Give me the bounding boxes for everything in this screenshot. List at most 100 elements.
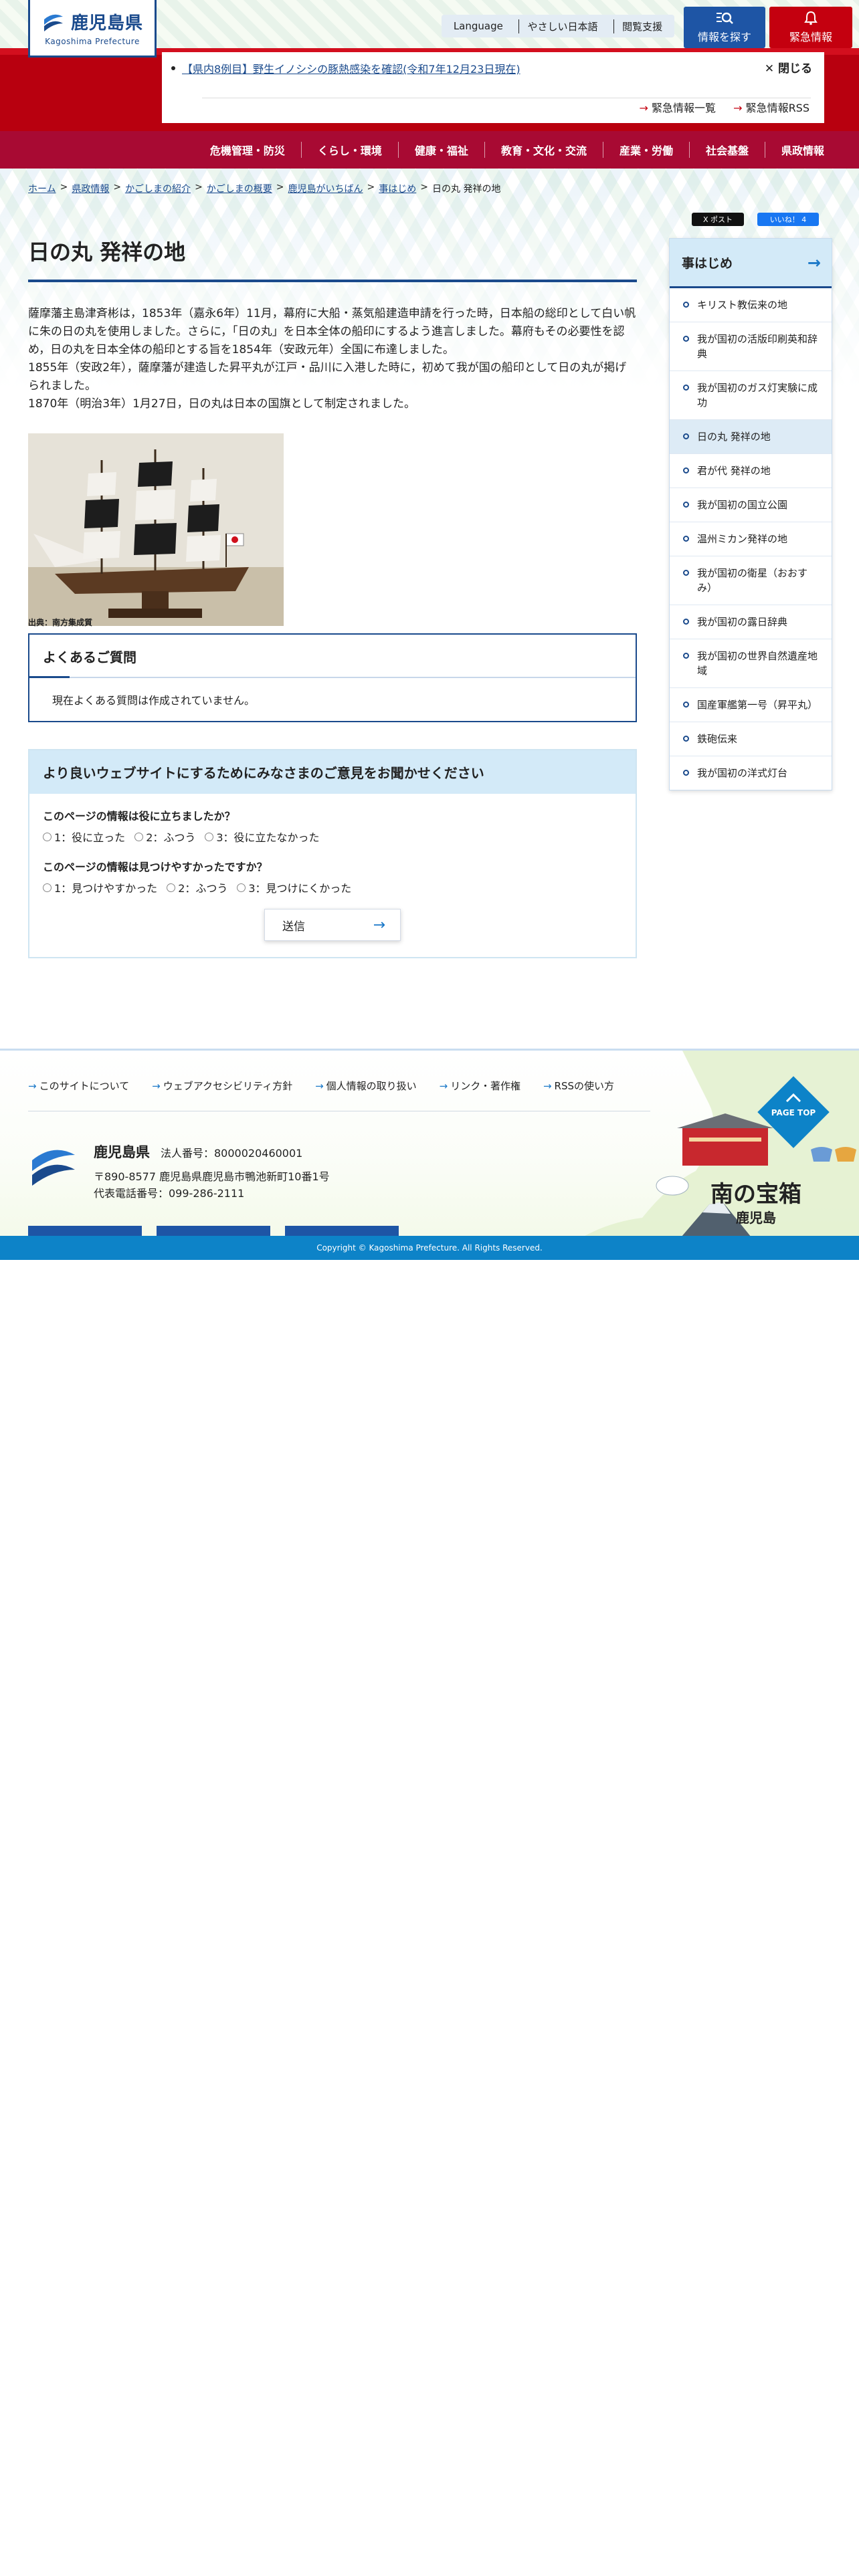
breadcrumb-sep: >: [195, 182, 203, 193]
faq-section: よくあるご質問 現在よくある質問は作成されていません。: [28, 633, 637, 722]
ring-bullet-icon: [683, 467, 689, 473]
gnav-item-living[interactable]: くらし・環境: [300, 142, 398, 158]
breadcrumb-current: 日の丸 発祥の地: [432, 184, 501, 195]
survey-title: より良いウェブサイトにするためにみなさまのご意見をお聞かせください: [29, 750, 636, 794]
breadcrumb-overview[interactable]: かごしまの概要: [207, 182, 272, 195]
q1-option-useful[interactable]: 1：役に立った: [43, 829, 125, 845]
close-icon: ✕: [764, 62, 775, 76]
ring-bullet-icon: [683, 619, 689, 625]
body-line-1: 薩摩藩主島津斉彬は，1853年（嘉永6年）11月，幕府に大船・蒸気船建造申請を行…: [28, 307, 636, 356]
side-nav-item[interactable]: 温州ミカン発祥の地: [670, 522, 832, 556]
footer-link-about[interactable]: このサイトについて: [28, 1079, 130, 1093]
accessibility-support-link[interactable]: 閲覧支援: [613, 19, 670, 33]
footer-link-rss[interactable]: RSSの使い方: [543, 1079, 614, 1093]
emergency-info-button[interactable]: 緊急情報: [769, 7, 852, 48]
find-info-button[interactable]: 情報を探す: [684, 7, 765, 48]
side-nav-item-label: 我が国初の露日辞典: [697, 616, 788, 628]
footer-address-line: 〒890-8577 鹿児島県鹿児島市鴨池新町10番1号: [94, 1170, 330, 1183]
breadcrumb-number-one[interactable]: 鹿児島がいちばん: [288, 182, 363, 195]
side-nav-item[interactable]: 我が国初の国立公園: [670, 488, 832, 522]
breadcrumb-sep: >: [420, 182, 428, 193]
side-nav-item[interactable]: 我が国初の洋式灯台: [670, 756, 832, 790]
ring-bullet-icon: [683, 385, 689, 391]
facebook-like-button[interactable]: いいね！ 4: [757, 213, 819, 226]
side-nav-item[interactable]: 我が国初の衛星（おおすみ）: [670, 556, 832, 605]
gnav-item-infrastructure[interactable]: 社会基盤: [688, 142, 765, 158]
ring-bullet-icon: [683, 702, 689, 708]
side-nav-title: 事はじめ: [682, 256, 733, 271]
footer-links: このサイトについて ウェブアクセシビリティ方針 個人情報の取り扱い リンク・著作…: [28, 1079, 614, 1093]
side-nav-item[interactable]: 我が国初の世界自然遺産地域: [670, 639, 832, 688]
emergency-alert-box: 【県内8例目】野生イノシシの豚熱感染を確認(令和7年12月23日現在) ✕ 閉じ…: [162, 52, 824, 123]
gnav-item-disaster[interactable]: 危機管理・防災: [194, 142, 301, 158]
copyright-bar: Copyright © Kagoshima Prefecture. All Ri…: [0, 1236, 859, 1260]
breadcrumb-firsts[interactable]: 事はじめ: [379, 182, 416, 195]
language-link[interactable]: Language: [446, 20, 511, 32]
gnav-item-health[interactable]: 健康・福祉: [397, 142, 484, 158]
ship-model-photo: [28, 433, 284, 626]
emergency-info-label: 緊急情報: [789, 31, 832, 43]
side-nav-item[interactable]: 我が国初の露日辞典: [670, 605, 832, 639]
gnav-item-industry[interactable]: 産業・労働: [602, 142, 689, 158]
arrow-right-icon: →: [373, 916, 385, 934]
q2-option-easy[interactable]: 1：見つけやすかった: [43, 879, 157, 895]
page-top-button[interactable]: PAGE TOP: [756, 1075, 831, 1150]
alert-close-button[interactable]: ✕ 閉じる: [765, 59, 812, 76]
side-nav-header[interactable]: 事はじめ →: [670, 239, 832, 288]
radio-button[interactable]: [43, 883, 52, 892]
side-nav-item[interactable]: 鉄砲伝来: [670, 722, 832, 756]
submit-label: 送信: [282, 920, 305, 934]
q1-option-not-useful[interactable]: 3：役に立たなかった: [205, 829, 320, 845]
breadcrumb-home[interactable]: ホーム: [28, 182, 56, 195]
site-header: 鹿児島県 Kagoshima Prefecture Language やさしい日…: [0, 0, 859, 131]
site-logo[interactable]: 鹿児島県 Kagoshima Prefecture: [28, 0, 157, 58]
radio-button[interactable]: [167, 883, 176, 892]
survey-question-1: このページの情報は役に立ちましたか？: [43, 810, 235, 823]
side-nav-item-label: 我が国初のガス灯実験に成功: [697, 382, 818, 409]
side-nav-item[interactable]: 国産軍艦第一号（昇平丸）: [670, 688, 832, 722]
emergency-rss-link[interactable]: 緊急情報RSS: [733, 99, 809, 115]
side-nav-item[interactable]: 我が国初のガス灯実験に成功: [670, 371, 832, 420]
site-footer: このサイトについて ウェブアクセシビリティ方針 個人情報の取り扱い リンク・著作…: [0, 1049, 859, 1260]
main-content: 日の丸 発祥の地 薩摩藩主島津斉彬は，1853年（嘉永6年）11月，幕府に大船・…: [28, 235, 637, 958]
x-post-button[interactable]: X ポスト: [692, 213, 744, 226]
radio-button[interactable]: [43, 832, 52, 841]
ring-bullet-icon: [683, 770, 689, 776]
survey-question-2: このページの情報は見つけやすかったですか？: [43, 861, 268, 873]
ring-bullet-icon: [683, 502, 689, 508]
submit-button[interactable]: 送信 →: [264, 909, 401, 941]
breadcrumb-government[interactable]: 県政情報: [72, 182, 109, 195]
option-label: 3：役に立たなかった: [216, 831, 320, 844]
alert-link[interactable]: 【県内8例目】野生イノシシの豚熱感染を確認(令和7年12月23日現在): [182, 60, 520, 76]
ring-bullet-icon: [683, 336, 689, 342]
brand-line-2: 鹿児島: [736, 1210, 776, 1226]
search-list-icon: [717, 12, 733, 24]
bell-icon: [804, 11, 818, 25]
side-nav-item[interactable]: キリスト教伝来の地: [670, 288, 832, 322]
emergency-list-link[interactable]: 緊急情報一覧: [640, 99, 716, 115]
breadcrumb-intro[interactable]: かごしまの紹介: [125, 182, 191, 195]
side-nav-item[interactable]: 君が代 発祥の地: [670, 454, 832, 488]
radio-button[interactable]: [237, 883, 246, 892]
side-nav-item-label: 国産軍艦第一号（昇平丸）: [697, 699, 818, 711]
q1-option-normal[interactable]: 2：ふつう: [134, 829, 195, 845]
side-nav-item[interactable]: 我が国初の活版印刷英和辞典: [670, 322, 832, 371]
radio-button[interactable]: [205, 832, 214, 841]
side-nav-item-label: キリスト教伝来の地: [697, 299, 788, 311]
q2-option-normal[interactable]: 2：ふつう: [167, 879, 227, 895]
breadcrumb-sep: >: [113, 182, 122, 193]
footer-link-accessibility[interactable]: ウェブアクセシビリティ方針: [152, 1079, 292, 1093]
footer-link-privacy[interactable]: 個人情報の取り扱い: [315, 1079, 417, 1093]
footer-link-copyright[interactable]: リンク・著作権: [440, 1079, 520, 1093]
gnav-item-government[interactable]: 県政情報: [764, 142, 840, 158]
utility-links: Language やさしい日本語 閲覧支援: [442, 15, 674, 37]
easy-japanese-link[interactable]: やさしい日本語: [518, 19, 605, 33]
footer-org-name: 鹿児島県: [94, 1144, 150, 1160]
logo-text-en: Kagoshima Prefecture: [45, 37, 140, 46]
radio-button[interactable]: [134, 832, 144, 841]
q2-option-hard[interactable]: 3：見つけにくかった: [237, 879, 351, 895]
feedback-survey: より良いウェブサイトにするためにみなさまのご意見をお聞かせください このページの…: [28, 749, 637, 958]
side-nav-item-active[interactable]: 日の丸 発祥の地: [670, 420, 832, 454]
page-title: 日の丸 発祥の地: [28, 235, 637, 282]
gnav-item-education[interactable]: 教育・文化・交流: [484, 142, 603, 158]
